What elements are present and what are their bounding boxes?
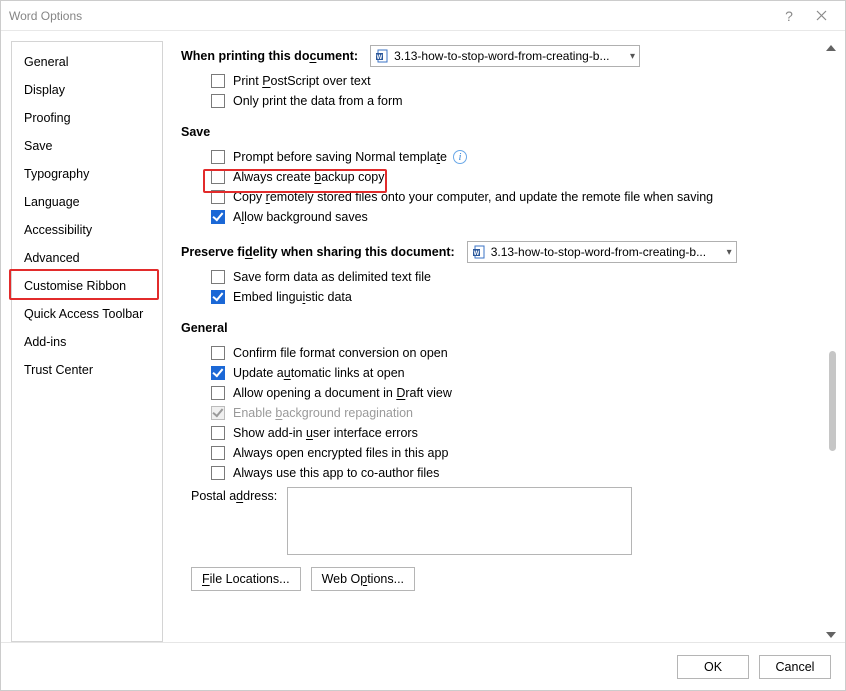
chevron-down-icon: ▾ [727, 247, 732, 258]
dialog-body: General Display Proofing Save Typography… [1, 31, 845, 642]
option-label: Save form data as delimited text file [233, 270, 431, 284]
checkbox[interactable] [211, 290, 225, 304]
checkbox[interactable] [211, 446, 225, 460]
checkbox[interactable] [211, 466, 225, 480]
dialog-footer: OK Cancel [1, 642, 845, 690]
printing-document-value: 3.13-how-to-stop-word-from-creating-b... [394, 49, 624, 63]
option-confirm-conversion[interactable]: Confirm file format conversion on open [181, 343, 831, 363]
option-show-addin-errors[interactable]: Show add-in user interface errors [181, 423, 831, 443]
help-button[interactable]: ? [773, 1, 805, 31]
option-label: Allow opening a document in Draft view [233, 386, 452, 400]
word-document-icon: W [375, 49, 389, 63]
option-label: Allow background saves [233, 210, 368, 224]
option-copy-remote[interactable]: Copy remotely stored files onto your com… [181, 187, 831, 207]
option-draft-view[interactable]: Allow opening a document in Draft view [181, 383, 831, 403]
option-background-saves[interactable]: Allow background saves [181, 207, 831, 227]
sidebar-item-add-ins[interactable]: Add-ins [12, 328, 162, 356]
sidebar-item-save[interactable]: Save [12, 132, 162, 160]
option-label: Show add-in user interface errors [233, 426, 418, 440]
close-button[interactable] [805, 1, 837, 31]
options-content: When printing this document: W 3.13-how-… [163, 41, 839, 642]
option-label: Always create backup copy [233, 170, 384, 184]
close-icon [816, 10, 827, 21]
option-label: Confirm file format conversion on open [233, 346, 448, 360]
sidebar-item-customise-ribbon[interactable]: Customise Ribbon [12, 272, 162, 300]
option-label: Update automatic links at open [233, 366, 405, 380]
option-open-encrypted[interactable]: Always open encrypted files in this app [181, 443, 831, 463]
section-general-heading: General [181, 321, 831, 335]
option-coauthor[interactable]: Always use this app to co-author files [181, 463, 831, 483]
checkbox[interactable] [211, 270, 225, 284]
word-options-dialog: Word Options ? General Display Proofing … [0, 0, 846, 691]
option-label: Always use this app to co-author files [233, 466, 439, 480]
scrollbar[interactable] [823, 41, 839, 642]
option-label: Only print the data from a form [233, 94, 403, 108]
checkbox [211, 406, 225, 420]
checkbox[interactable] [211, 426, 225, 440]
dialog-title: Word Options [9, 9, 773, 23]
option-label: Copy remotely stored files onto your com… [233, 190, 713, 204]
postal-address-label: Postal address: [191, 487, 277, 503]
word-document-icon: W [472, 245, 486, 259]
file-locations-button[interactable]: File Locations... [191, 567, 301, 591]
checkbox[interactable] [211, 150, 225, 164]
preserve-fidelity-label: Preserve fidelity when sharing this docu… [181, 245, 455, 259]
svg-text:W: W [377, 55, 383, 61]
category-sidebar: General Display Proofing Save Typography… [11, 41, 163, 642]
scroll-thumb[interactable] [829, 351, 836, 451]
preserve-fidelity-dropdown[interactable]: W 3.13-how-to-stop-word-from-creating-b.… [467, 241, 737, 263]
option-save-form-data[interactable]: Save form data as delimited text file [181, 267, 831, 287]
scroll-down-icon[interactable] [826, 632, 836, 638]
checkbox[interactable] [211, 386, 225, 400]
sidebar-item-typography[interactable]: Typography [12, 160, 162, 188]
checkbox[interactable] [211, 210, 225, 224]
option-update-links[interactable]: Update automatic links at open [181, 363, 831, 383]
option-embed-linguistic[interactable]: Embed linguistic data [181, 287, 831, 307]
sidebar-item-general[interactable]: General [12, 48, 162, 76]
option-background-repagination: Enable background repagination [181, 403, 831, 423]
checkbox[interactable] [211, 346, 225, 360]
option-print-formdata[interactable]: Only print the data from a form [181, 91, 831, 111]
checkbox[interactable] [211, 170, 225, 184]
checkbox[interactable] [211, 366, 225, 380]
sidebar-item-quick-access-toolbar[interactable]: Quick Access Toolbar [12, 300, 162, 328]
sidebar-item-proofing[interactable]: Proofing [12, 104, 162, 132]
sidebar-item-trust-center[interactable]: Trust Center [12, 356, 162, 384]
titlebar: Word Options ? [1, 1, 845, 31]
option-print-postscript[interactable]: Print PostScript over text [181, 71, 831, 91]
cancel-button[interactable]: Cancel [759, 655, 831, 679]
svg-text:W: W [473, 251, 479, 257]
sidebar-item-display[interactable]: Display [12, 76, 162, 104]
info-icon[interactable]: i [453, 150, 467, 164]
printing-document-dropdown[interactable]: W 3.13-how-to-stop-word-from-creating-b.… [370, 45, 640, 67]
preserve-fidelity-row: Preserve fidelity when sharing this docu… [181, 241, 831, 263]
sidebar-item-language[interactable]: Language [12, 188, 162, 216]
option-always-backup[interactable]: Always create backup copy [181, 167, 831, 187]
postal-address-row: Postal address: [181, 487, 831, 555]
postal-address-input[interactable] [287, 487, 632, 555]
web-options-button[interactable]: Web Options... [311, 567, 415, 591]
sidebar-item-accessibility[interactable]: Accessibility [12, 216, 162, 244]
option-label: Enable background repagination [233, 406, 413, 420]
option-label: Always open encrypted files in this app [233, 446, 448, 460]
option-label: Print PostScript over text [233, 74, 371, 88]
sidebar-item-advanced[interactable]: Advanced [12, 244, 162, 272]
preserve-fidelity-value: 3.13-how-to-stop-word-from-creating-b... [491, 245, 721, 259]
checkbox[interactable] [211, 190, 225, 204]
checkbox[interactable] [211, 94, 225, 108]
option-prompt-normal[interactable]: Prompt before saving Normal template i [181, 147, 831, 167]
printing-document-label: When printing this document: [181, 49, 358, 63]
checkbox[interactable] [211, 74, 225, 88]
section-save-heading: Save [181, 125, 831, 139]
chevron-down-icon: ▾ [630, 51, 635, 62]
ok-button[interactable]: OK [677, 655, 749, 679]
scroll-up-icon[interactable] [826, 45, 836, 51]
option-label: Prompt before saving Normal template [233, 150, 447, 164]
option-label: Embed linguistic data [233, 290, 352, 304]
printing-document-row: When printing this document: W 3.13-how-… [181, 45, 831, 67]
